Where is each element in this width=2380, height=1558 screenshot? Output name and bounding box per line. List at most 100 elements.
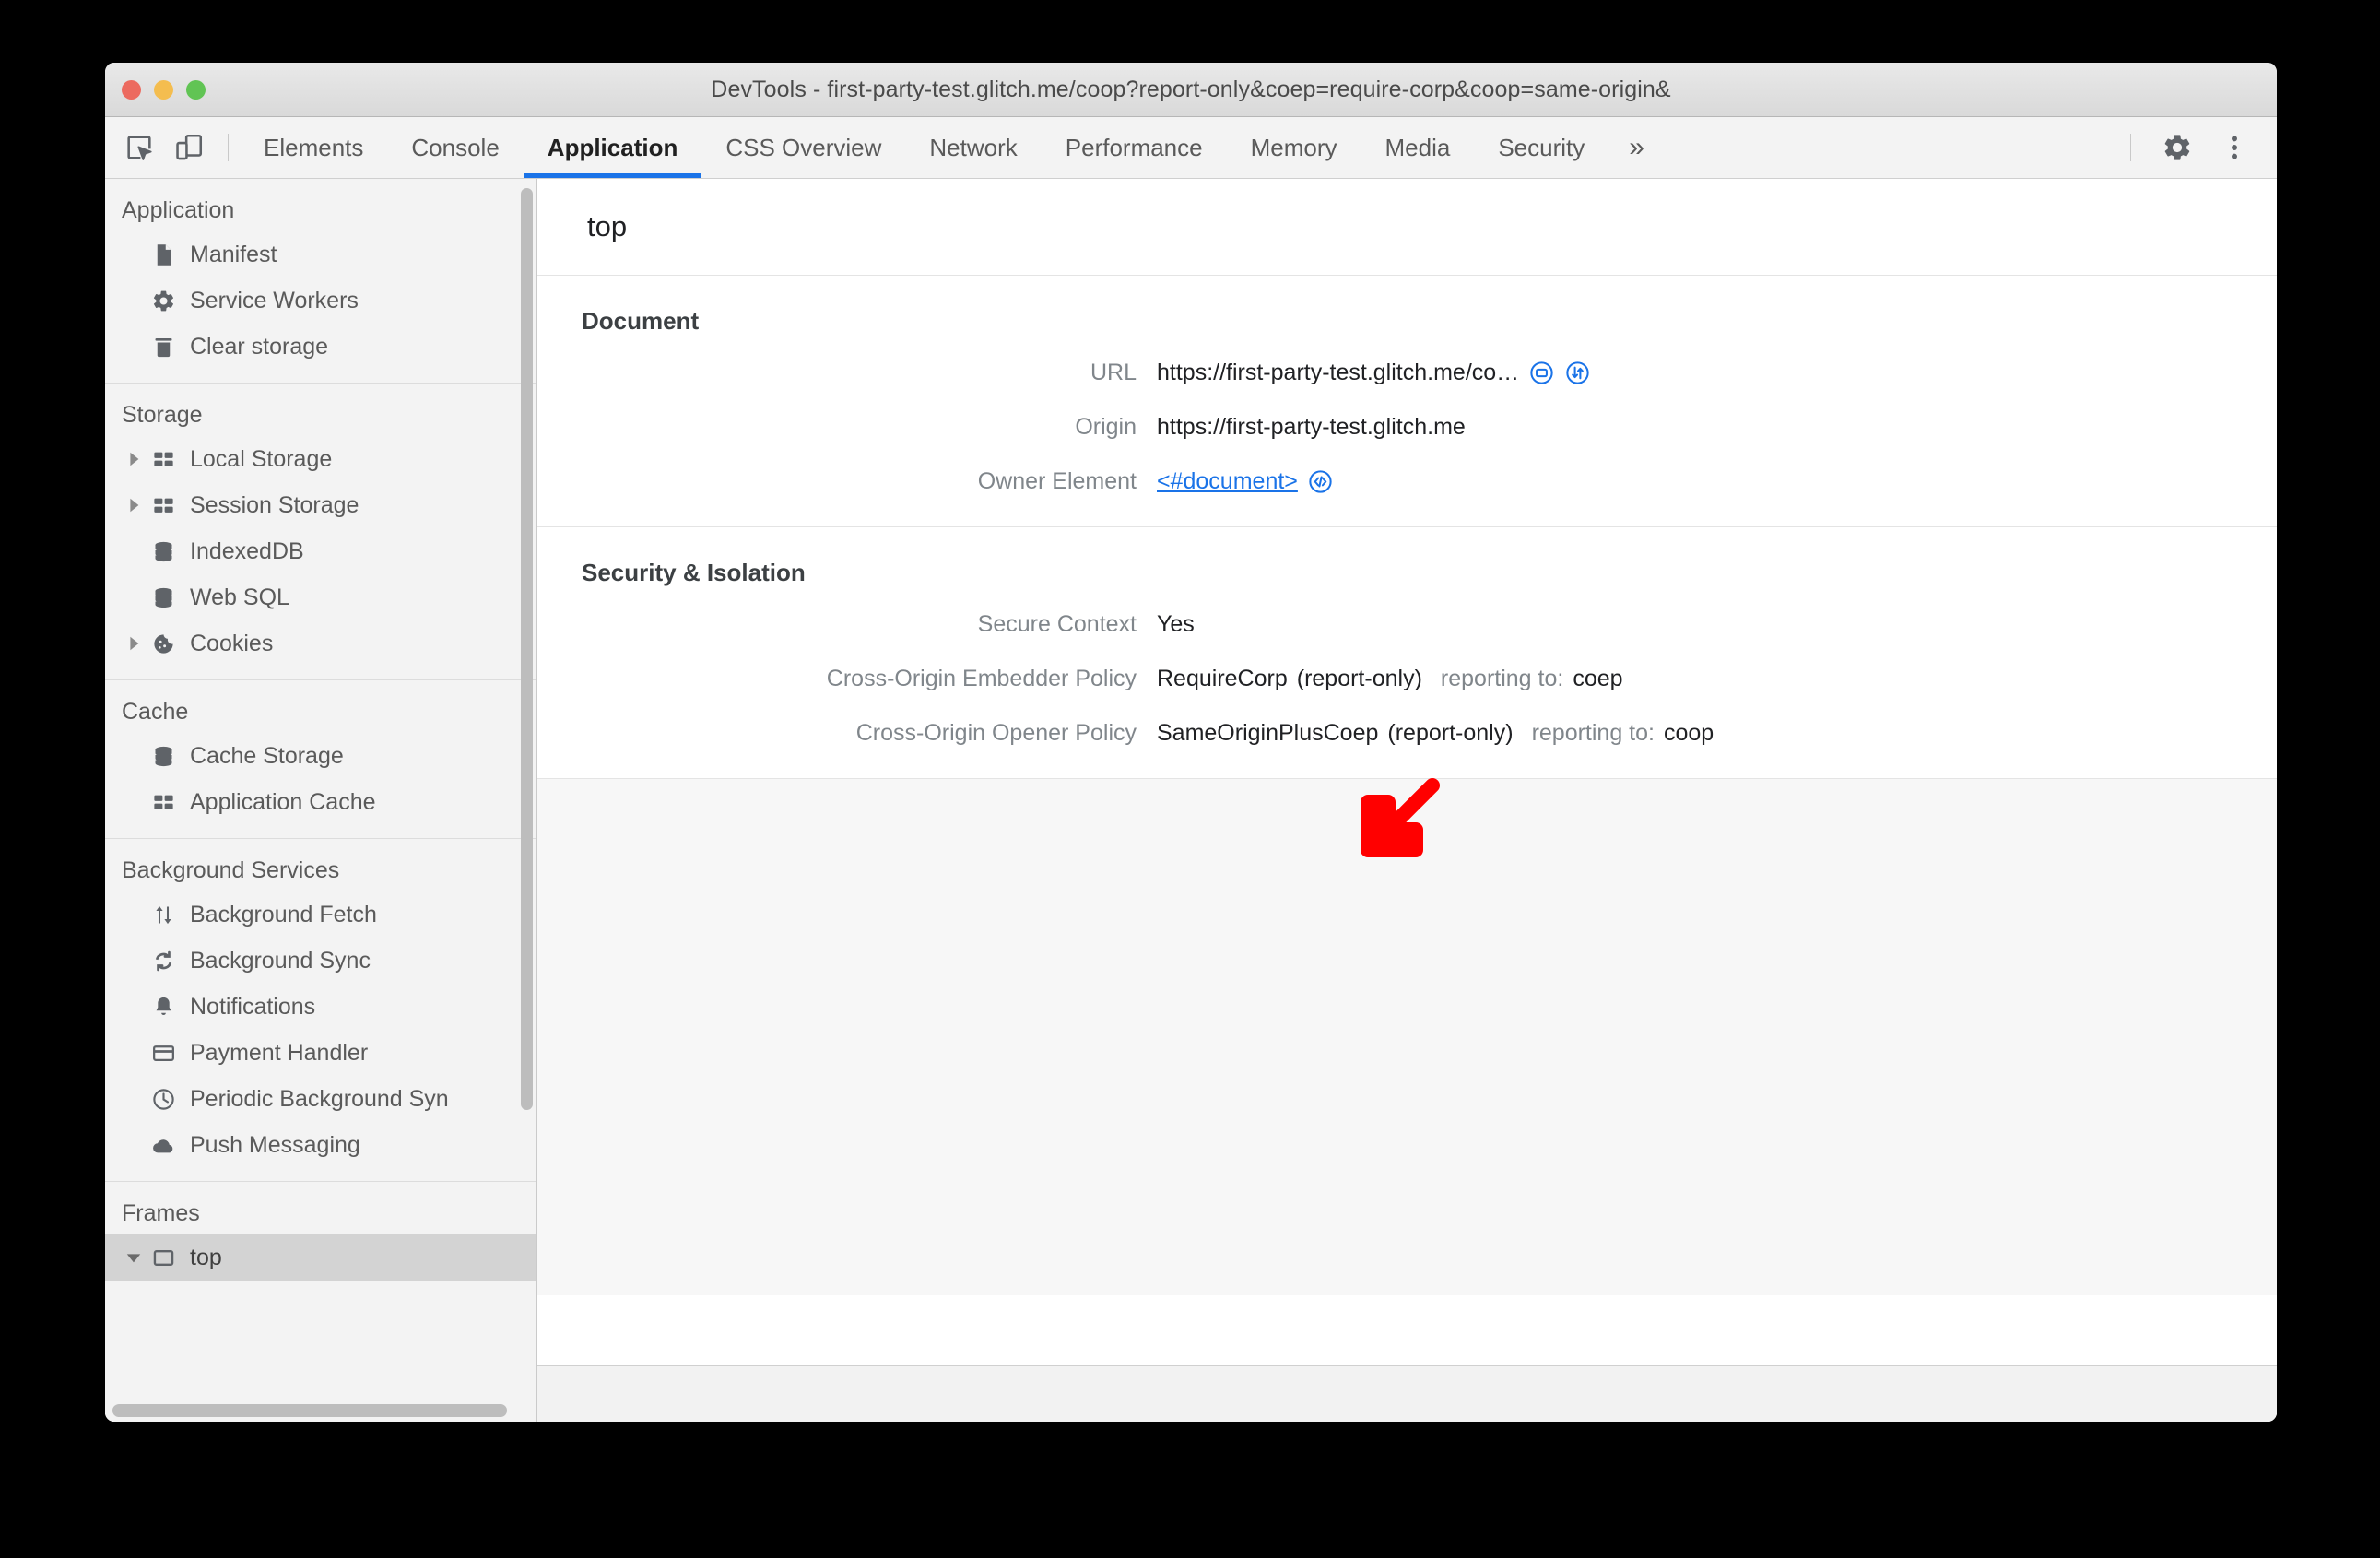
- sidebar-item-notifications[interactable]: Notifications: [105, 984, 536, 1030]
- sidebar-item-web-sql[interactable]: Web SQL: [105, 574, 536, 620]
- document-section: Document URL https://first-party-test.gl…: [537, 276, 2277, 527]
- sidebar-horizontal-scrollbar[interactable]: [112, 1404, 507, 1417]
- owner-element-link[interactable]: <#document>: [1157, 468, 1298, 495]
- tab-css-overview[interactable]: CSS Overview: [701, 117, 905, 178]
- sidebar-item-payment-handler[interactable]: Payment Handler: [105, 1030, 536, 1076]
- row-label: Cross-Origin Opener Policy: [855, 720, 1137, 746]
- tab-elements[interactable]: Elements: [240, 117, 387, 178]
- sync-icon: [146, 949, 181, 974]
- sidebar-section-cache: Cache Cache Storage Application Cache: [105, 680, 536, 839]
- chevron-right-icon[interactable]: [122, 451, 146, 467]
- sidebar-item-background-fetch[interactable]: Background Fetch: [105, 891, 536, 938]
- database-icon: [146, 744, 181, 769]
- section-heading-security-isolation: Security & Isolation: [582, 559, 806, 586]
- network-panel-icon[interactable]: [1564, 360, 1591, 386]
- toolbar-left-group: [105, 117, 240, 178]
- row-value: https://first-party-test.glitch.me/co…: [1157, 360, 1591, 386]
- page-title: top: [537, 179, 2277, 276]
- row-label: Secure Context: [977, 611, 1137, 637]
- minimize-window-button[interactable]: [154, 80, 173, 100]
- frame-icon: [146, 1245, 181, 1270]
- sidebar-section-title: Frames: [122, 1200, 200, 1226]
- sidebar-item-application-cache[interactable]: Application Cache: [105, 779, 536, 825]
- manifest-file-icon: [146, 242, 181, 267]
- sidebar-item-label: Cache Storage: [190, 742, 344, 769]
- device-toolbar-icon[interactable]: [167, 125, 211, 170]
- row-value: RequireCorp (report-only) reporting to: …: [1157, 666, 1623, 692]
- chevron-down-icon[interactable]: [122, 1249, 146, 1266]
- coep-reporting-endpoint: coep: [1573, 666, 1623, 691]
- table-icon: [146, 493, 181, 518]
- sidebar-item-local-storage[interactable]: Local Storage: [105, 436, 536, 482]
- screen-background: DevTools - first-party-test.glitch.me/co…: [0, 0, 2380, 1558]
- sidebar-item-frame-top[interactable]: top: [105, 1234, 536, 1281]
- sidebar-item-push-messaging[interactable]: Push Messaging: [105, 1122, 536, 1168]
- chevron-right-icon[interactable]: [122, 635, 146, 652]
- application-sidebar[interactable]: Application Manifest Service Workers Cle…: [105, 179, 537, 1422]
- devtools-toolbar: Elements Console Application CSS Overvie…: [105, 117, 2277, 179]
- open-in-new-tab-icon[interactable]: [1528, 360, 1555, 386]
- section-heading-document: Document: [582, 307, 700, 335]
- sidebar-item-indexeddb[interactable]: IndexedDB: [105, 528, 536, 574]
- inspect-element-icon[interactable]: [117, 125, 161, 170]
- sidebar-item-background-sync[interactable]: Background Sync: [105, 938, 536, 984]
- coop-value: SameOriginPlusCoep: [1157, 720, 1379, 746]
- credit-card-icon: [146, 1041, 181, 1066]
- coep-report-only-note: (report-only): [1296, 666, 1422, 691]
- row-owner-element: Owner Element <#document>: [537, 468, 2277, 495]
- gear-icon: [146, 289, 181, 313]
- reveal-in-elements-icon[interactable]: [1307, 468, 1334, 495]
- panel-footer-bar: [537, 1365, 2277, 1422]
- sidebar-section-title: Storage: [122, 402, 203, 428]
- sidebar-item-label: Background Sync: [190, 947, 371, 974]
- close-window-button[interactable]: [122, 80, 141, 100]
- more-vertical-icon[interactable]: [2212, 125, 2256, 170]
- sidebar-item-manifest[interactable]: Manifest: [105, 231, 536, 277]
- toolbar-divider-right: [2130, 134, 2131, 161]
- chevron-right-icon[interactable]: [122, 497, 146, 513]
- clock-icon: [146, 1087, 181, 1112]
- tab-security[interactable]: Security: [1474, 117, 1608, 178]
- frame-details-panel: top Document URL https://first-party-tes…: [537, 179, 2277, 1422]
- row-label: Origin: [1075, 414, 1137, 440]
- database-icon: [146, 585, 181, 610]
- more-tabs-icon[interactable]: »: [1608, 117, 1665, 178]
- url-text: https://first-party-test.glitch.me/co…: [1157, 360, 1520, 385]
- panel-tabs: Elements Console Application CSS Overvie…: [240, 117, 2119, 178]
- sidebar-item-label: top: [190, 1244, 222, 1270]
- sidebar-item-service-workers[interactable]: Service Workers: [105, 277, 536, 324]
- sidebar-item-clear-storage[interactable]: Clear storage: [105, 324, 536, 370]
- updown-arrows-icon: [146, 903, 181, 927]
- sidebar-item-cookies[interactable]: Cookies: [105, 620, 536, 667]
- sidebar-item-periodic-background-sync[interactable]: Periodic Background Syn: [105, 1076, 536, 1122]
- sidebar-section-title: Cache: [122, 699, 189, 725]
- sidebar-vertical-scrollbar[interactable]: [521, 188, 533, 1110]
- cookie-icon: [146, 631, 181, 656]
- tab-application[interactable]: Application: [523, 117, 702, 178]
- sidebar-item-label: Session Storage: [190, 491, 359, 518]
- sidebar-item-label: Manifest: [190, 241, 277, 267]
- row-label: Owner Element: [977, 468, 1137, 494]
- row-value: <#document>: [1157, 468, 1334, 495]
- tab-memory[interactable]: Memory: [1227, 117, 1361, 178]
- sidebar-item-label: Service Workers: [190, 287, 359, 313]
- row-label: Cross-Origin Embedder Policy: [826, 666, 1137, 691]
- tab-media[interactable]: Media: [1361, 117, 1475, 178]
- devtools-window: DevTools - first-party-test.glitch.me/co…: [105, 63, 2277, 1422]
- sidebar-item-label: Application Cache: [190, 788, 376, 815]
- gear-icon[interactable]: [2155, 125, 2199, 170]
- coep-reporting-label: reporting to:: [1440, 666, 1564, 691]
- row-coep: Cross-Origin Embedder Policy RequireCorp…: [537, 666, 2277, 692]
- sidebar-item-cache-storage[interactable]: Cache Storage: [105, 733, 536, 779]
- row-origin: Origin https://first-party-test.glitch.m…: [537, 414, 2277, 441]
- origin-text: https://first-party-test.glitch.me: [1157, 414, 1466, 440]
- sidebar-item-session-storage[interactable]: Session Storage: [105, 482, 536, 528]
- sidebar-section-background-services: Background Services Background Fetch Bac…: [105, 839, 536, 1182]
- tab-network[interactable]: Network: [905, 117, 1041, 178]
- tab-console[interactable]: Console: [387, 117, 523, 178]
- zoom-window-button[interactable]: [186, 80, 206, 100]
- tab-performance[interactable]: Performance: [1042, 117, 1227, 178]
- window-titlebar: DevTools - first-party-test.glitch.me/co…: [105, 63, 2277, 117]
- secure-context-value: Yes: [1157, 611, 1195, 637]
- row-value: SameOriginPlusCoep (report-only) reporti…: [1157, 720, 1714, 747]
